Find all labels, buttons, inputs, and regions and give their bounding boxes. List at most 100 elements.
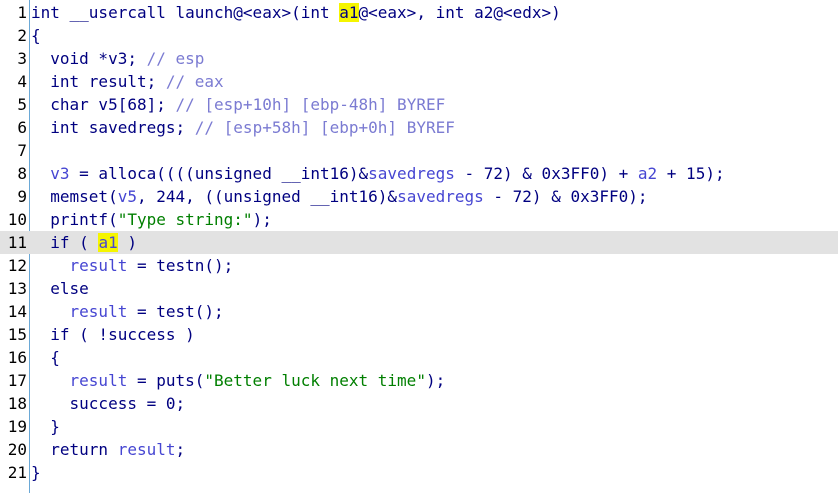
code-text[interactable]: result = test();: [31, 300, 224, 323]
code-text[interactable]: else: [31, 277, 89, 300]
code-token: ): [117, 233, 137, 252]
code-line-11-current[interactable]: 11 if ( a1 ): [0, 231, 838, 254]
code-text[interactable]: int savedregs; // [esp+58h] [ebp+0h] BYR…: [31, 116, 455, 139]
code-token: = testn();: [127, 256, 234, 275]
line-number: 13: [7, 279, 27, 298]
highlighted-identifier[interactable]: a1: [339, 3, 359, 22]
code-line-13[interactable]: 13 else: [0, 277, 838, 300]
line-number: 6: [17, 118, 27, 137]
code-line-3[interactable]: 3 void *v3; // esp: [0, 47, 838, 70]
code-token: = alloca((((unsigned __int16)&: [69, 164, 369, 183]
code-variable[interactable]: v5: [118, 187, 137, 206]
code-token: {: [31, 26, 41, 45]
code-variable[interactable]: v3: [50, 164, 69, 183]
code-line-8[interactable]: 8 v3 = alloca((((unsigned __int16)&saved…: [0, 162, 838, 185]
code-text[interactable]: success = 0;: [31, 392, 186, 415]
code-line-10[interactable]: 10 printf("Type string:");: [0, 208, 838, 231]
code-variable[interactable]: a2: [638, 164, 657, 183]
code-line-14[interactable]: 14 result = test();: [0, 300, 838, 323]
code-line-16[interactable]: 16 {: [0, 346, 838, 369]
code-line-17[interactable]: 17 result = puts("Better luck next time"…: [0, 369, 838, 392]
code-text[interactable]: int result; // eax: [31, 70, 224, 93]
code-line-21[interactable]: 21 }: [0, 461, 838, 484]
code-token: if ( !success ): [31, 325, 195, 344]
code-line-12[interactable]: 12 result = testn();: [0, 254, 838, 277]
code-variable[interactable]: result: [118, 440, 176, 459]
code-token: }: [31, 463, 41, 482]
code-text[interactable]: int __usercall launch@<eax>(int a1@<eax>…: [31, 1, 561, 24]
code-text[interactable]: return result;: [31, 438, 185, 461]
code-comment: // esp: [146, 49, 205, 68]
code-token: success = 0;: [31, 394, 186, 413]
line-number: 18: [7, 394, 27, 413]
line-number: 21: [7, 463, 27, 482]
line-number: 2: [17, 26, 27, 45]
code-line-5[interactable]: 5 char v5[68]; // [esp+10h] [ebp-48h] BY…: [0, 93, 838, 116]
line-number: 3: [17, 49, 27, 68]
code-string: "Better luck next time": [204, 371, 426, 390]
code-line-18[interactable]: 18 success = 0;: [0, 392, 838, 415]
code-token: );: [252, 210, 272, 229]
code-token: + 15);: [657, 164, 725, 183]
code-text[interactable]: memset(v5, 244, ((unsigned __int16)&save…: [31, 185, 648, 208]
line-number: 8: [17, 164, 27, 183]
line-number: 14: [7, 302, 27, 321]
line-number: 10: [7, 210, 27, 229]
line-number: 20: [7, 440, 27, 459]
code-token: char v5[68];: [31, 95, 176, 114]
code-line-15[interactable]: 15 if ( !success ): [0, 323, 838, 346]
code-token: {: [31, 348, 60, 367]
line-number: 1: [17, 3, 27, 22]
code-line-20[interactable]: 20 return result;: [0, 438, 838, 461]
code-token: int result;: [31, 72, 166, 91]
line-number: 5: [17, 95, 27, 114]
code-line-1[interactable]: 1 int __usercall launch@<eax>(int a1@<ea…: [0, 1, 838, 24]
code-line-7[interactable]: 7: [0, 139, 838, 162]
code-text[interactable]: {: [31, 346, 60, 369]
line-number: 19: [7, 417, 27, 436]
code-text[interactable]: v3 = alloca((((unsigned __int16)&savedre…: [31, 162, 725, 185]
code-variable[interactable]: savedregs: [368, 164, 455, 183]
code-variable[interactable]: result: [70, 256, 128, 275]
code-variable[interactable]: result: [70, 302, 128, 321]
code-token: return: [31, 440, 118, 459]
code-text[interactable]: printf("Type string:");: [31, 208, 272, 231]
code-line-4[interactable]: 4 int result; // eax: [0, 70, 838, 93]
code-text[interactable]: char v5[68]; // [esp+10h] [ebp-48h] BYRE…: [31, 93, 445, 116]
code-line-19[interactable]: 19 }: [0, 415, 838, 438]
code-line-2[interactable]: 2 {: [0, 24, 838, 47]
code-token: );: [425, 371, 446, 390]
code-comment: // eax: [165, 72, 224, 91]
line-number: 12: [7, 256, 27, 275]
highlighted-identifier[interactable]: a1: [98, 233, 118, 252]
code-token: if (: [31, 233, 99, 252]
code-line-6[interactable]: 6 int savedregs; // [esp+58h] [ebp+0h] B…: [0, 116, 838, 139]
code-text[interactable]: if ( !success ): [31, 323, 195, 346]
code-variable[interactable]: savedregs: [397, 187, 484, 206]
code-token: }: [31, 417, 60, 436]
code-text[interactable]: if ( a1 ): [31, 231, 137, 254]
code-text[interactable]: }: [31, 461, 41, 484]
code-variable[interactable]: result: [70, 371, 128, 390]
code-text[interactable]: void *v3; // esp: [31, 47, 204, 70]
code-text[interactable]: result = puts("Better luck next time");: [31, 369, 446, 392]
code-text[interactable]: }: [31, 415, 60, 438]
line-number: 7: [17, 141, 27, 160]
code-comment: // [esp+58h] [ebp+0h] BYREF: [194, 118, 455, 137]
code-token: @<eax>, int a2@<edx>): [358, 3, 561, 22]
code-token: , 244, ((unsigned __int16)&: [136, 187, 398, 206]
pseudocode-view[interactable]: 1 int __usercall launch@<eax>(int a1@<ea…: [0, 0, 838, 493]
code-comment: // [esp+10h] [ebp-48h] BYREF: [175, 95, 446, 114]
code-text[interactable]: result = testn();: [31, 254, 234, 277]
line-number: 9: [17, 187, 27, 206]
code-text[interactable]: {: [31, 24, 41, 47]
line-number: 4: [17, 72, 27, 91]
code-token: = puts(: [127, 371, 205, 390]
code-string: "Type string:": [117, 210, 253, 229]
code-token: - 72) & 0x3FF0);: [483, 187, 648, 206]
code-token: = test();: [127, 302, 224, 321]
code-line-9[interactable]: 9 memset(v5, 244, ((unsigned __int16)&sa…: [0, 185, 838, 208]
